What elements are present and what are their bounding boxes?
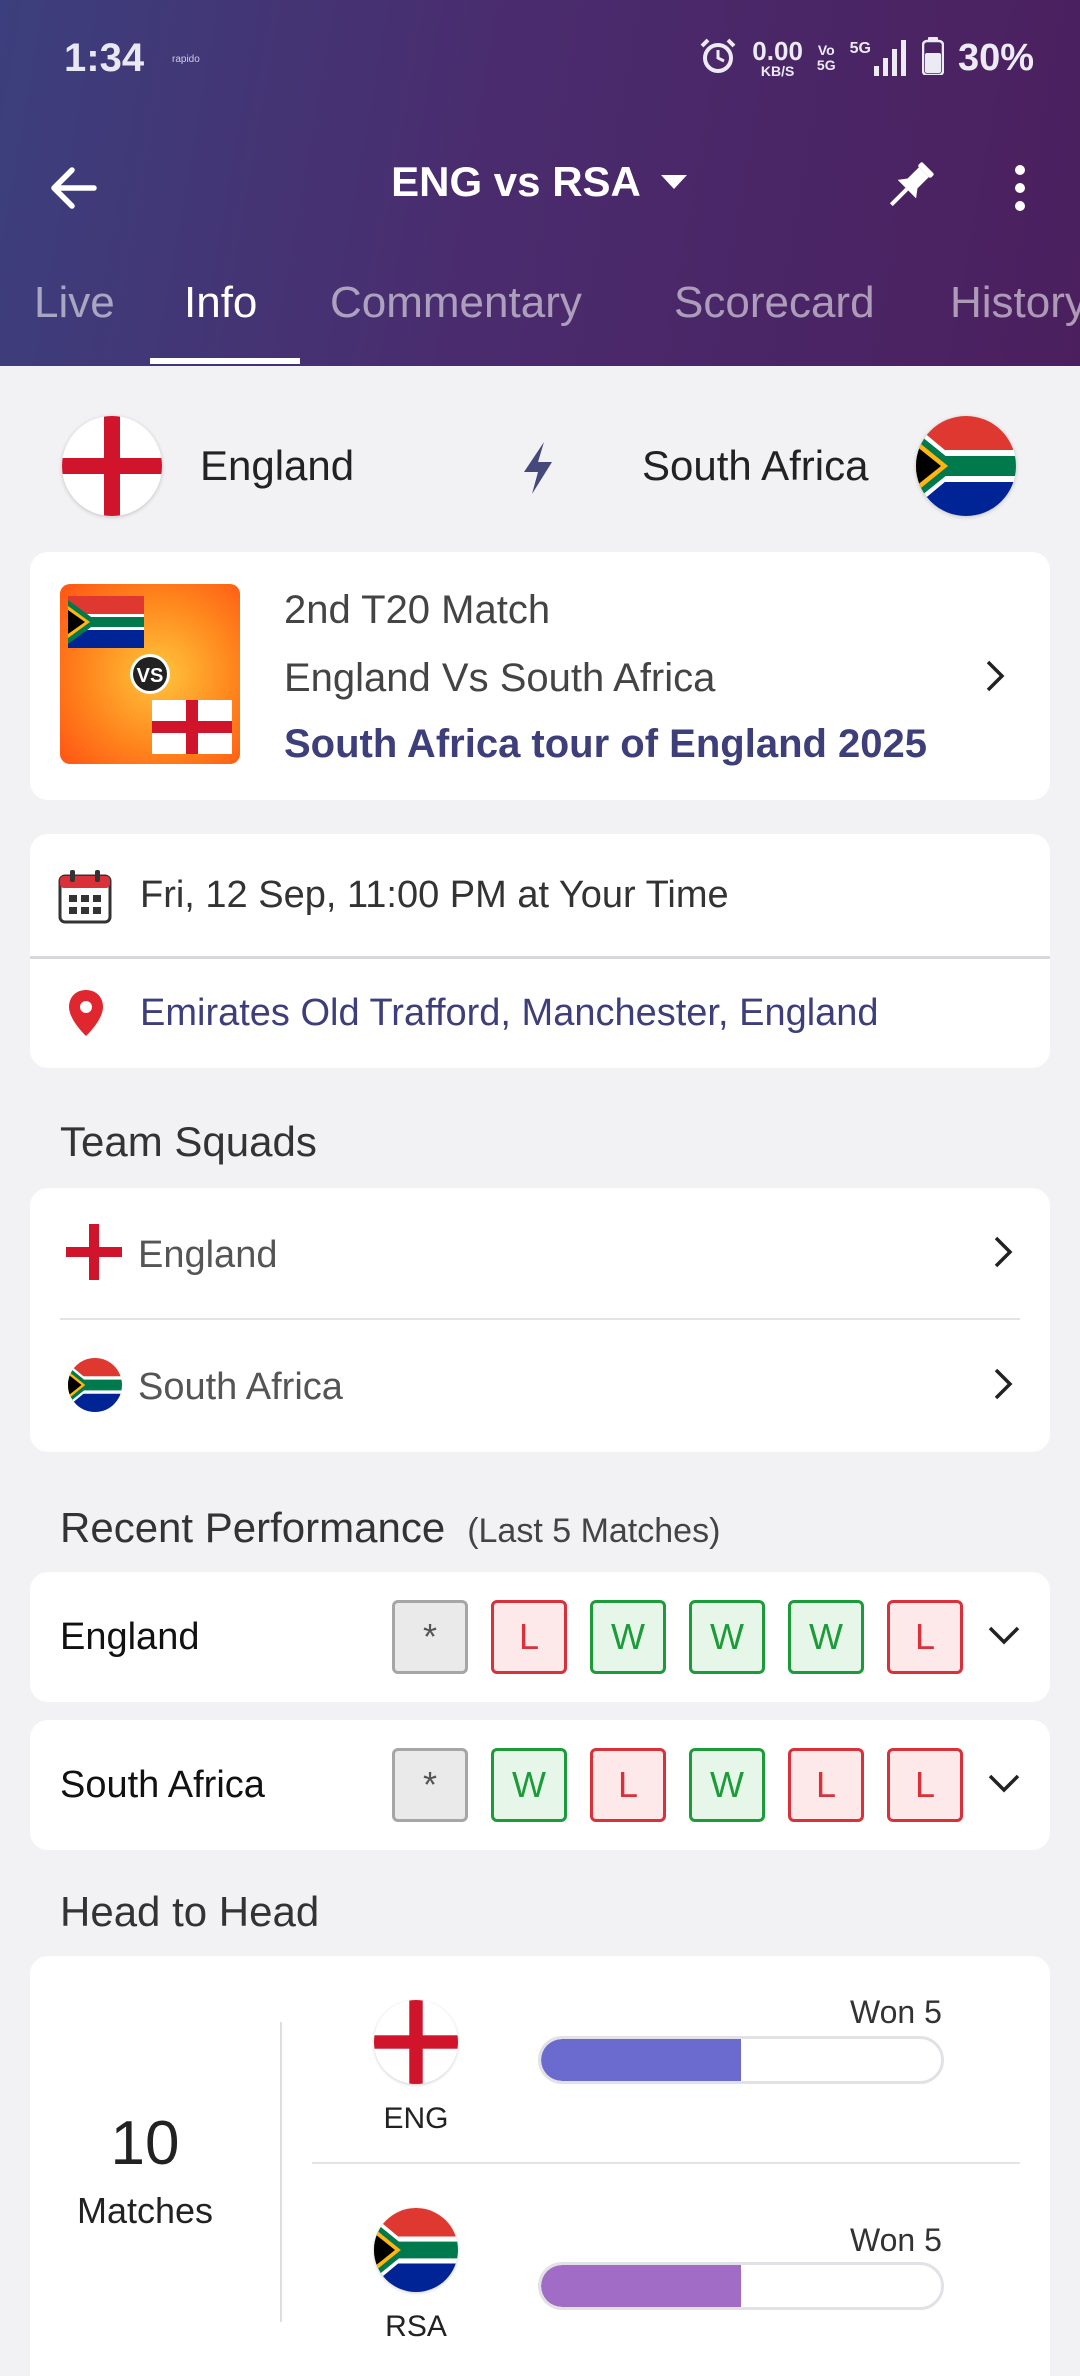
home-team-name: England	[200, 442, 355, 489]
head-to-head-title: Head to Head	[60, 1888, 320, 1935]
recent-performance-title: Recent Performance (Last 5 Matches)	[60, 1504, 720, 1552]
net-speed: 0.00 KB/S	[752, 38, 803, 78]
caret-down-icon	[660, 175, 687, 189]
h2h-win-bar-fill	[541, 2039, 741, 2081]
teams-header: England South Africa	[0, 416, 1080, 526]
more-options-button[interactable]	[1000, 158, 1040, 218]
active-tab-indicator	[150, 358, 300, 364]
tab-live[interactable]: Live	[34, 278, 115, 328]
h2h-team-abbr: RSA	[385, 2310, 447, 2343]
south-africa-flag-icon	[916, 416, 1016, 516]
battery-icon	[921, 36, 945, 80]
h2h-matches-label: Matches	[76, 2190, 214, 2231]
net-speed-unit: KB/S	[760, 63, 795, 79]
match-number: 2nd T20 Match	[284, 588, 551, 632]
squad-team-name: South Africa	[138, 1366, 343, 1408]
schedule-card: Fri, 12 Sep, 11:00 PM at Your Time Emira…	[30, 834, 1050, 1068]
match-datetime: Fri, 12 Sep, 11:00 PM at Your Time	[140, 874, 729, 916]
performance-row-south-africa[interactable]: South Africa * W L W L L	[30, 1720, 1050, 1850]
pin-button[interactable]	[876, 154, 942, 220]
away-team-name: South Africa	[642, 442, 869, 489]
app-bar: ENG vs RSA	[0, 140, 1080, 232]
england-flag-icon	[66, 1224, 122, 1285]
vertical-divider	[280, 2022, 282, 2322]
tab-commentary[interactable]: Commentary	[330, 278, 582, 328]
squad-team-name: England	[138, 1234, 278, 1276]
match-teams: England Vs South Africa	[284, 656, 716, 700]
chevron-down-icon[interactable]	[984, 1768, 1024, 1803]
result-win: W	[689, 1748, 765, 1822]
performance-row-england[interactable]: England * L W W W L	[30, 1572, 1050, 1702]
south-africa-flag-icon	[374, 2208, 458, 2292]
signal-icon: 5G	[850, 40, 908, 76]
h2h-win-bar	[538, 2262, 944, 2310]
location-pin-icon	[66, 988, 106, 1043]
result-loss: L	[590, 1748, 666, 1822]
h2h-matches-count: 10	[110, 2109, 180, 2178]
result-loss: L	[491, 1600, 567, 1674]
result-win: W	[590, 1600, 666, 1674]
calendar-icon	[58, 870, 112, 929]
squad-row-england[interactable]: England	[30, 1188, 1050, 1318]
result-win: W	[491, 1748, 567, 1822]
performance-team-name: England	[60, 1616, 200, 1658]
lightning-icon	[518, 440, 558, 501]
team-squads-title: Team Squads	[60, 1118, 317, 1165]
england-flag-icon	[374, 2000, 458, 2084]
tab-bar: Live Info Commentary Scorecard History	[0, 262, 1080, 366]
vs-badge: VS	[137, 665, 164, 687]
net-speed-value: 0.00	[752, 36, 803, 66]
pin-icon	[889, 162, 934, 207]
tab-scorecard[interactable]: Scorecard	[674, 278, 875, 328]
page-title: ENG vs RSA	[391, 158, 641, 205]
volte-bottom: 5G	[816, 57, 836, 73]
england-flag-icon	[62, 416, 162, 516]
h2h-win-bar-fill	[541, 2265, 741, 2307]
status-icons: 0.00 KB/S Vo 5G 5G 30%	[698, 34, 1034, 82]
h2h-win-bar	[538, 2036, 944, 2084]
venue-link[interactable]: Emirates Old Trafford, Manchester, Engla…	[140, 992, 879, 1035]
performance-team-name: South Africa	[60, 1764, 265, 1806]
south-africa-flag-small	[68, 596, 144, 648]
volte-top: Vo	[817, 42, 835, 59]
battery-percent: 30%	[957, 36, 1034, 79]
result-pending: *	[392, 1748, 468, 1822]
head-to-head-card: 10 Matches ENG Won 5 RSA Won 5	[30, 1956, 1050, 2376]
volte-indicator: Vo 5G	[817, 43, 836, 72]
result-win: W	[689, 1600, 765, 1674]
tab-history[interactable]: History	[950, 278, 1080, 328]
recent-performance-subtitle: (Last 5 Matches)	[467, 1512, 721, 1550]
result-win: W	[788, 1600, 864, 1674]
match-thumbnail: VS	[60, 584, 240, 764]
tab-info[interactable]: Info	[184, 278, 257, 328]
alarm-icon	[698, 36, 738, 81]
squad-row-south-africa[interactable]: South Africa	[30, 1320, 1050, 1450]
divider	[30, 956, 1050, 959]
divider	[312, 2162, 1020, 2164]
status-time: 1:34	[64, 36, 145, 80]
more-vertical-icon	[1015, 165, 1025, 211]
series-name: South Africa tour of England 2025	[284, 722, 928, 766]
h2h-won-label: Won 5	[850, 1994, 942, 2030]
chevron-down-icon[interactable]	[984, 1620, 1024, 1655]
status-bar: 1:34 rapido 0.00 KB/S Vo 5G 5G 30%	[0, 0, 1080, 120]
app-header: 1:34 rapido 0.00 KB/S Vo 5G 5G 30% ENG v…	[0, 0, 1080, 366]
south-africa-flag-icon	[68, 1358, 122, 1412]
h2h-team-abbr: ENG	[383, 2102, 449, 2135]
match-info-card[interactable]: VS 2nd T20 Match England Vs South Africa…	[30, 552, 1050, 800]
result-pending: *	[392, 1600, 468, 1674]
result-loss: L	[887, 1600, 963, 1674]
result-loss: L	[788, 1748, 864, 1822]
status-notification-label: rapido	[172, 54, 200, 65]
result-loss: L	[887, 1748, 963, 1822]
chevron-right-icon	[980, 656, 1010, 696]
recent-performance-heading: Recent Performance	[60, 1504, 446, 1551]
chevron-right-icon	[988, 1364, 1018, 1404]
h2h-won-label: Won 5	[850, 2222, 942, 2258]
network-type: 5G	[849, 40, 871, 57]
team-squads-card: England South Africa	[30, 1188, 1050, 1452]
chevron-right-icon	[988, 1232, 1018, 1272]
england-flag-small	[152, 700, 232, 754]
